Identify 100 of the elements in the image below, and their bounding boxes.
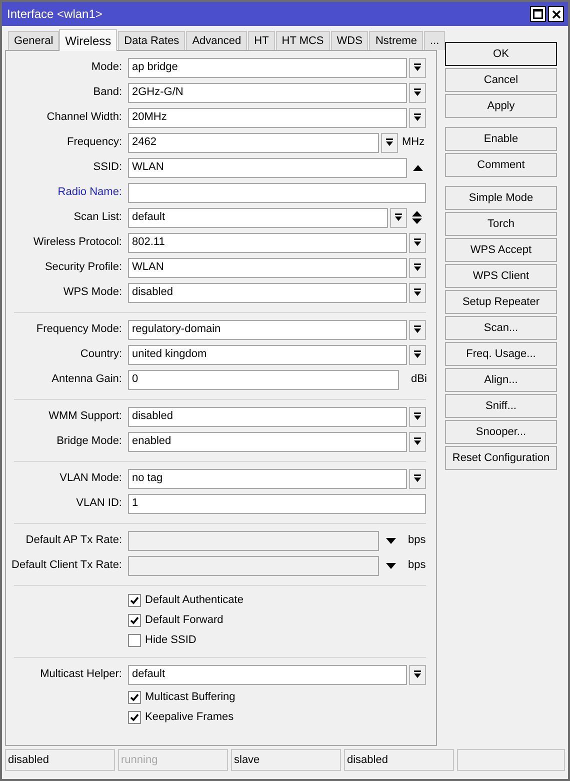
dropdown-button[interactable] <box>409 232 426 252</box>
dropdown-button[interactable] <box>409 344 426 364</box>
dropdown-button[interactable] <box>381 132 398 152</box>
dropdown-button[interactable] <box>409 320 426 340</box>
input-field[interactable] <box>128 182 426 202</box>
field-label: Default AP Tx Rate: <box>24 533 122 548</box>
down-arrow-icon <box>413 670 422 679</box>
select-field[interactable]: 2GHz-G/N <box>128 82 407 102</box>
field-label: Security Profile: <box>44 260 122 276</box>
unit-label: bps <box>408 558 426 574</box>
select-field[interactable]: 802.11 <box>128 232 407 252</box>
field-label: Mode: <box>90 60 122 76</box>
field-label: SSID: <box>92 160 122 176</box>
dropdown-button[interactable] <box>409 282 426 302</box>
field-label: Country: <box>79 347 122 362</box>
select-field[interactable]: no tag <box>128 468 407 488</box>
tab[interactable]: ... <box>424 31 446 50</box>
dropdown-button[interactable] <box>409 58 426 78</box>
dropdown-button[interactable] <box>409 82 426 102</box>
action-button[interactable]: Reset Configuration <box>445 446 557 470</box>
down-arrow-icon <box>413 88 422 97</box>
checkbox[interactable] <box>128 634 141 646</box>
action-button[interactable]: Comment <box>445 153 557 177</box>
close-button[interactable] <box>548 6 564 22</box>
checkbox[interactable] <box>128 690 141 704</box>
maximize-icon <box>533 9 543 19</box>
select-field[interactable]: 2462 <box>128 132 379 152</box>
select-field[interactable]: default <box>128 208 388 228</box>
action-button[interactable]: Setup Repeater <box>445 290 557 314</box>
select-field[interactable]: WLAN <box>128 258 407 278</box>
dropdown-button[interactable] <box>409 108 426 128</box>
tab[interactable]: Data Rates <box>118 31 186 50</box>
maximize-button[interactable] <box>530 6 546 22</box>
action-button[interactable]: Sniff... <box>445 394 557 418</box>
action-button[interactable]: Scan... <box>445 316 557 340</box>
field-label: Antenna Gain: <box>50 372 122 388</box>
action-button[interactable]: Snooper... <box>445 420 557 444</box>
action-button[interactable]: Align... <box>445 368 557 392</box>
select-field[interactable]: regulatory-domain <box>128 320 407 340</box>
tab[interactable]: Advanced <box>186 31 248 50</box>
field-label: Scan List: <box>72 210 122 226</box>
action-button[interactable]: Simple Mode <box>445 186 557 210</box>
input-field[interactable]: 1 <box>128 494 426 514</box>
down-triangle-icon[interactable] <box>386 562 396 568</box>
collapse-arrow-icon[interactable] <box>413 164 423 170</box>
unit-label: bps <box>408 533 426 548</box>
up-down-arrows-icon[interactable] <box>412 211 422 224</box>
down-arrow-icon <box>413 63 422 72</box>
select-field[interactable]: enabled <box>128 432 407 452</box>
close-icon <box>552 10 560 18</box>
action-button[interactable]: Enable <box>445 127 557 151</box>
down-arrow-icon <box>413 238 422 247</box>
field-label: WMM Support: <box>48 409 122 424</box>
select-field[interactable]: disabled <box>128 406 407 426</box>
select-field[interactable]: 20MHz <box>128 108 407 128</box>
field-label: Radio Name: <box>56 185 122 200</box>
checkbox[interactable] <box>128 594 141 606</box>
status-cell: slave <box>231 749 341 771</box>
field-label: Frequency Mode: <box>35 322 122 338</box>
action-button[interactable]: WPS Accept <box>445 238 557 262</box>
dropdown-button[interactable] <box>409 468 426 488</box>
field-label: Bridge Mode: <box>56 434 122 450</box>
field-label: Channel Width: <box>46 110 122 126</box>
action-button[interactable]: OK <box>445 42 557 66</box>
field-label: Multicast Helper: <box>39 667 122 682</box>
dropdown-button[interactable] <box>409 664 426 684</box>
action-button[interactable]: WPS Client <box>445 264 557 288</box>
down-arrow-icon <box>413 350 422 359</box>
dropdown-button[interactable] <box>409 432 426 452</box>
tab[interactable]: General <box>8 31 60 50</box>
field-label: Band: <box>92 85 122 100</box>
tab[interactable]: HT MCS <box>276 31 330 50</box>
checkbox-label: Hide SSID <box>145 632 196 648</box>
down-arrow-icon <box>413 412 422 421</box>
down-arrow-icon <box>413 474 422 483</box>
tab[interactable]: HT <box>248 31 275 50</box>
down-triangle-icon[interactable] <box>386 538 396 544</box>
dropdown-button[interactable] <box>390 208 407 228</box>
action-button[interactable]: Torch <box>445 212 557 236</box>
tab[interactable]: Nstreme <box>369 31 423 50</box>
checkbox[interactable] <box>128 710 141 724</box>
field-label: WPS Mode: <box>62 285 122 300</box>
tab[interactable]: Wireless <box>59 29 118 51</box>
checkbox[interactable] <box>128 614 141 626</box>
select-field[interactable]: ap bridge <box>128 58 407 78</box>
select-field[interactable]: disabled <box>128 282 407 302</box>
field-label: Frequency: <box>66 135 122 150</box>
dropdown-button[interactable] <box>409 258 426 278</box>
down-arrow-icon <box>413 437 422 446</box>
select-field[interactable]: default <box>128 664 407 684</box>
action-button[interactable]: Freq. Usage... <box>445 342 557 366</box>
down-arrow-icon <box>394 213 403 222</box>
action-button[interactable]: Cancel <box>445 68 557 92</box>
input-field[interactable]: 0 <box>128 370 399 390</box>
status-cell: running <box>118 749 228 771</box>
action-button[interactable]: Apply <box>445 94 557 118</box>
select-field[interactable]: united kingdom <box>128 344 407 364</box>
tab[interactable]: WDS <box>330 31 368 50</box>
dropdown-button[interactable] <box>409 406 426 426</box>
input-field[interactable]: WLAN <box>128 158 407 178</box>
